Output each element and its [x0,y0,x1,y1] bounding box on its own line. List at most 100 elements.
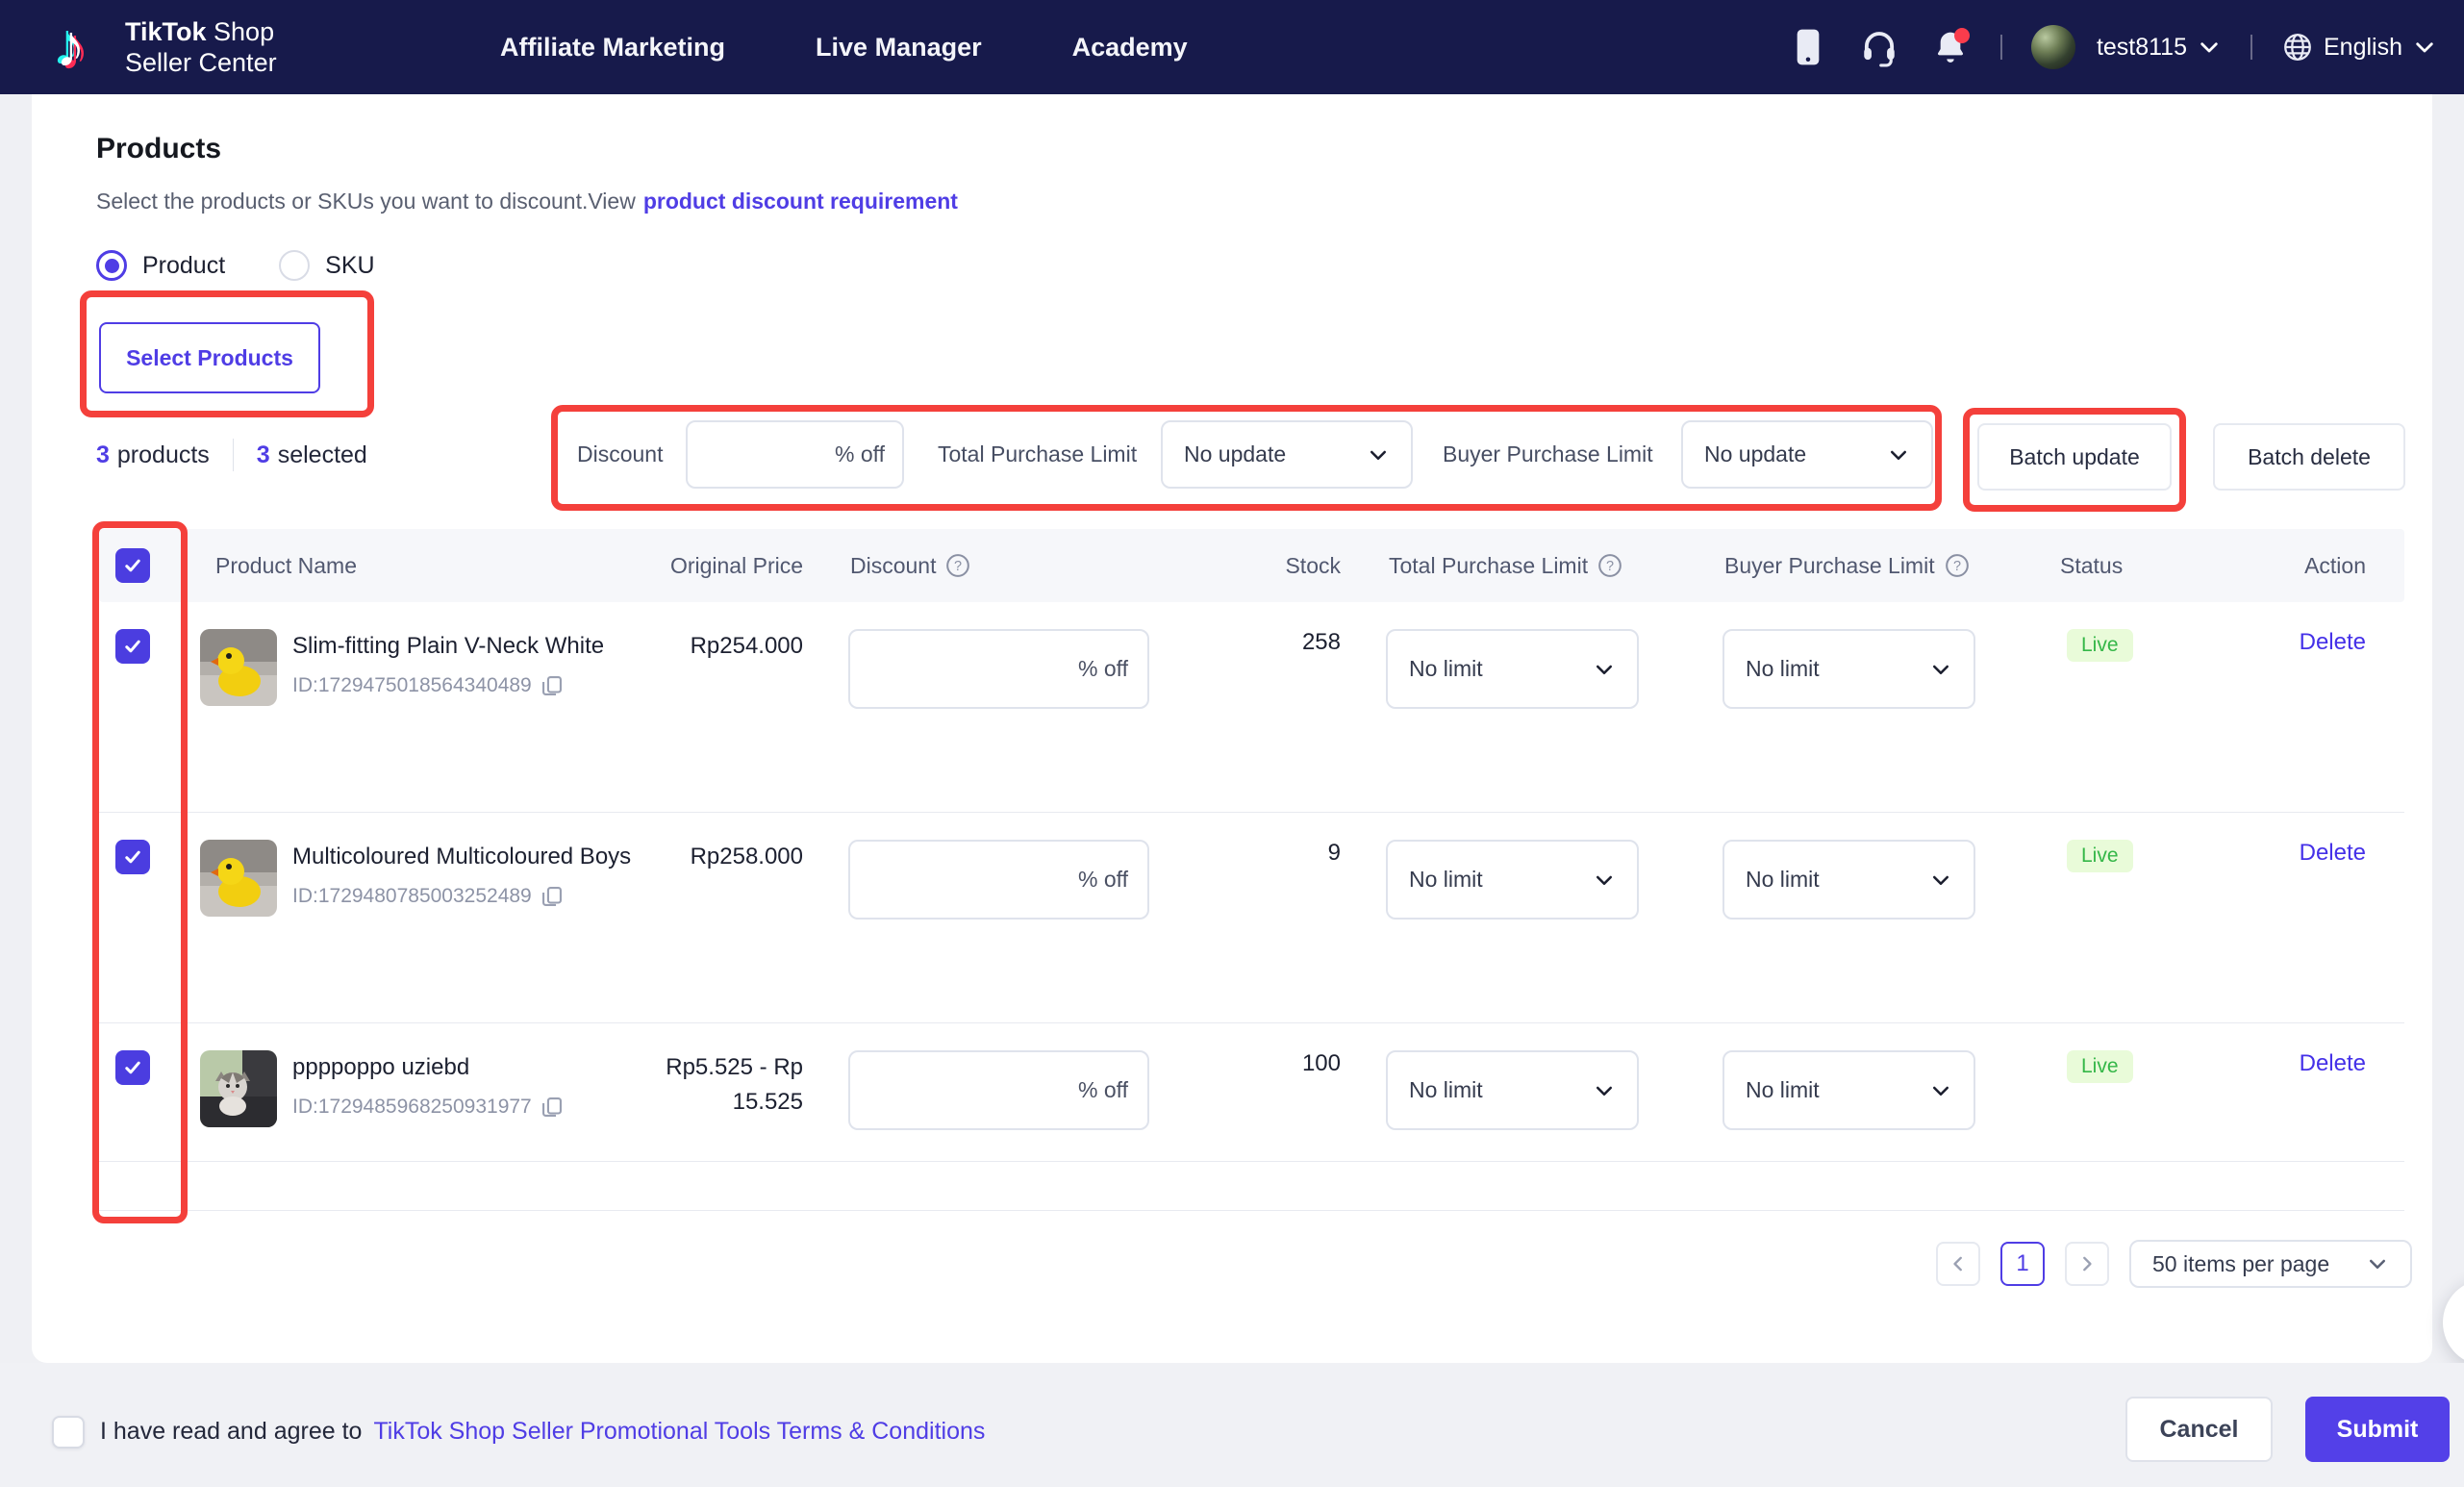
terms-text: I have read and agree to [100,1418,363,1445]
copy-icon[interactable] [540,673,565,698]
buyer-purchase-limit-select[interactable]: No limit [1722,840,1975,920]
terms-checkbox[interactable] [52,1416,85,1449]
chevron-down-icon [1596,875,1613,885]
batch-discount-label: Discount [577,441,664,466]
select-all-checkbox[interactable] [115,548,150,583]
total-purchase-limit-select[interactable]: No limit [1386,840,1639,920]
col-buyer-purchase-limit: Buyer Purchase Limit ? [1702,553,2039,579]
col-stock: Stock [1285,552,1341,578]
language-selector[interactable]: English [2281,31,2437,63]
bpl-value: No limit [1746,1077,1820,1102]
discount-suffix: % off [1078,867,1128,892]
discount-input[interactable] [869,866,1078,894]
radio-product-control[interactable] [96,250,127,281]
radio-product-label: Product [142,251,226,279]
radio-sku-label: SKU [325,251,375,279]
buyer-purchase-limit-select[interactable]: No limit [1722,629,1975,709]
mobile-app-icon[interactable] [1787,26,1829,68]
total-purchase-limit-select[interactable]: No limit [1386,1050,1639,1130]
nav-live-manager[interactable]: Live Manager [816,33,982,63]
radio-product[interactable]: Product [96,250,225,281]
help-icon[interactable]: ? [1945,553,1970,578]
batch-buyer-purchase-limit-select[interactable]: No update [1681,420,1933,489]
chevron-down-icon [1932,875,1949,885]
nav-affiliate-marketing[interactable]: Affiliate Marketing [500,33,725,63]
stock-value: 9 [1327,840,1341,866]
submit-button[interactable]: Submit [2305,1397,2450,1462]
pagination-prev-button[interactable] [1936,1242,1980,1286]
help-icon[interactable]: ? [1597,553,1622,578]
counts-divider [232,439,234,471]
batch-discount-input[interactable] [705,441,835,468]
pagination-page-1[interactable]: 1 [2000,1242,2045,1286]
row-checkbox[interactable] [115,629,150,664]
user-menu[interactable]: test8115 [2030,25,2222,69]
cancel-button[interactable]: Cancel [2125,1397,2273,1462]
tiktok-seller-center-screen: ♪ ♪ ♪ TikTok Shop Seller Center Affiliate … [0,0,2464,1487]
username: test8115 [2096,33,2187,61]
discount-suffix: % off [1078,656,1128,681]
logo-shop: Shop [206,17,275,46]
batch-discount-suffix: % off [835,441,885,466]
select-products-button[interactable]: Select Products [99,322,320,393]
batch-total-purchase-limit-label: Total Purchase Limit [938,441,1138,466]
col-discount: Discount ? [822,553,1169,579]
discount-input[interactable] [869,655,1078,683]
chevron-down-icon [1932,1086,1949,1096]
tiktok-shop-logo[interactable]: ♪ ♪ ♪ TikTok Shop Seller Center [52,10,277,85]
copy-icon[interactable] [540,884,565,909]
header-divider [1999,35,2002,60]
buyer-purchase-limit-select[interactable]: No limit [1722,1050,1975,1130]
batch-total-purchase-limit-select[interactable]: No update [1161,420,1413,489]
radio-sku[interactable]: SKU [279,250,375,281]
logo-text: TikTok Shop Seller Center [125,16,277,78]
total-purchase-limit-select[interactable]: No limit [1386,629,1639,709]
copy-icon[interactable] [540,1095,565,1120]
stock-value: 258 [1301,629,1341,655]
product-name: Multicoloured Multicoloured Boys [292,844,632,870]
product-image-cat [200,1050,277,1127]
original-price: Rp5.525 - Rp15.525 [666,1054,803,1115]
batch-update-button[interactable]: Batch update [1977,423,2172,491]
page-subtitle: Select the products or SKUs you want to … [96,189,958,214]
nav-academy[interactable]: Academy [1072,33,1188,63]
discount-input[interactable] [869,1076,1078,1104]
product-discount-requirement-link[interactable]: product discount requirement [643,189,958,214]
table-row: Slim-fitting Plain V-Neck White ID:17294… [99,602,2404,813]
chevron-down-icon [1890,450,1907,460]
bpl-value: No limit [1746,867,1820,892]
tiktok-note-icon: ♪ ♪ ♪ [52,12,89,83]
status-badge: Live [2067,840,2133,872]
status-badge: Live [2067,1050,2133,1083]
col-product-name: Product Name [215,552,358,578]
col-status: Status [2060,552,2124,578]
table-row: ppppoppo uziebd ID:1729485968250931977 R… [99,1023,2404,1162]
discount-inputbox: % off [848,1050,1149,1130]
products-table: Product Name Original Price Discount ? S… [99,529,2404,1211]
pagination-next-button[interactable] [2065,1242,2109,1286]
help-icon[interactable]: ? [945,553,970,578]
delete-link[interactable]: Delete [2300,1050,2366,1076]
floating-widget[interactable] [2443,1279,2464,1366]
radio-sku-control[interactable] [279,250,311,281]
batch-delete-button[interactable]: Batch delete [2213,423,2405,491]
product-image-duck [200,629,277,706]
chevron-down-icon [1370,450,1387,460]
page-size-select[interactable]: 50 items per page [2129,1240,2412,1288]
product-id: ID:1729485968250931977 [292,1095,635,1120]
subtitle-text: Select the products or SKUs you want to … [96,189,636,214]
product-id: ID:1729480785003252489 [292,884,635,909]
notification-bell-icon[interactable] [1929,26,1972,68]
product-name: ppppoppo uziebd [292,1054,470,1080]
delete-link[interactable]: Delete [2300,629,2366,655]
chevron-down-icon [1932,665,1949,674]
product-name: Slim-fitting Plain V-Neck White [292,633,605,659]
delete-link[interactable]: Delete [2300,840,2366,866]
col-original-price: Original Price [669,552,803,578]
page-title: Products [96,133,222,164]
row-checkbox[interactable] [115,1050,150,1085]
original-price: Rp258.000 [690,844,803,870]
row-checkbox[interactable] [115,840,150,874]
terms-link[interactable]: TikTok Shop Seller Promotional Tools Ter… [373,1418,985,1446]
support-headset-icon[interactable] [1858,26,1900,68]
